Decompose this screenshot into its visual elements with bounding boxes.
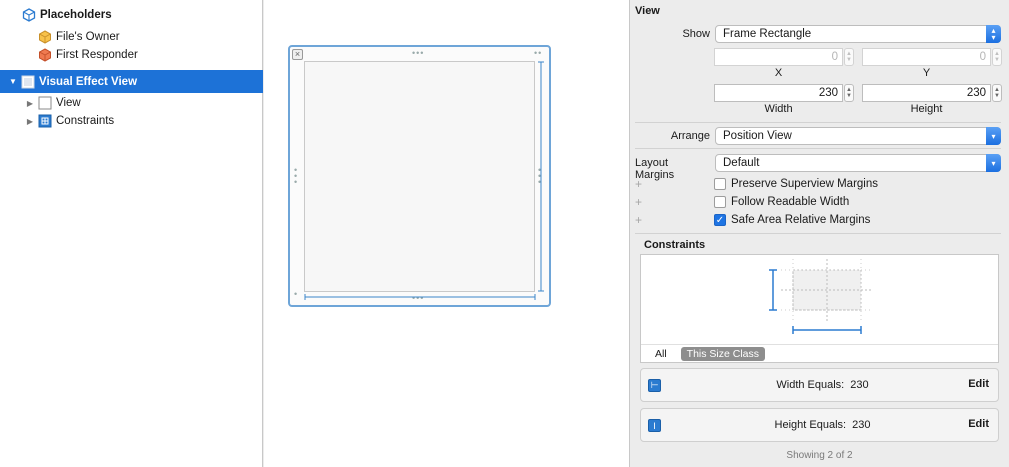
chevron-down-icon: ▾ [986,154,1001,172]
follow-readable-width-label: Follow Readable Width [731,196,850,208]
x-label: X [774,67,783,79]
outline-label-files-owner: File's Owner [56,31,120,43]
width-equals-label: Width Equals: [776,379,845,391]
height-equals-value: 230 [852,419,871,431]
tab-this-size-class[interactable]: This Size Class [680,346,766,361]
add-variation-plus-icon[interactable]: + [635,177,642,191]
safe-area-relative-margins-label: Safe Area Relative Margins [731,214,871,226]
height-constraint-text: Height Equals: 230 [641,419,998,431]
checkbox-unchecked-icon[interactable] [714,196,726,208]
arrange-label: Arrange [670,130,710,142]
x-stepper[interactable]: ▲ ▼ [844,48,854,66]
layout-margins-popup-value: Default [723,157,760,169]
y-stepper[interactable]: ▲ ▼ [992,48,1002,66]
popup-up-down-icon: ▴ ▾ [986,25,1001,43]
height-field[interactable]: 230 [862,84,991,102]
constraints-preview: All This Size Class [640,254,999,363]
outline-row-constraints[interactable]: ▶ Constraints [0,111,263,131]
size-inspector: View Show Frame Rectangle ▴ ▾ 0 ▲ ▼ 0 ▲ ▼ X… [631,0,1009,467]
layout-margins-popup[interactable]: Default ▾ [715,154,1001,172]
width-constraint-text: Width Equals: 230 [641,379,998,391]
visual-effect-view-icon [21,75,35,88]
interface-builder-canvas[interactable]: × ••• •• • • • • • • • ••• [264,0,630,467]
preserve-superview-margins-label: Preserve Superview Margins [731,178,879,190]
outline-label-first-responder: First Responder [56,49,138,61]
visual-effect-view-frame[interactable]: × ••• •• • • • • • • • ••• [288,45,551,307]
divider [635,233,1001,234]
y-field[interactable]: 0 [862,48,991,66]
width-equals-value: 230 [850,379,869,391]
add-variation-plus-icon[interactable]: + [635,213,642,227]
showing-count: Showing 2 of 2 [786,450,853,461]
chevron-down-icon: ▾ [986,127,1001,145]
height-constraint-row[interactable]: I Height Equals: 230 Edit [640,408,999,442]
checkmark-icon[interactable]: ✓ [714,214,726,226]
preserve-superview-margins-checkbox[interactable]: Preserve Superview Margins [714,178,878,190]
outline-label-view: View [56,97,81,109]
divider [635,122,1001,123]
view-icon [38,96,52,110]
show-popup-value: Frame Rectangle [723,28,812,40]
height-equals-label: Height Equals: [774,419,847,431]
outline-row-placeholders[interactable]: Placeholders [0,5,263,25]
disclosure-closed-icon[interactable]: ▶ [25,98,35,108]
width-constraint-row[interactable]: ⊢ Width Equals: 230 Edit [640,368,999,402]
divider [635,148,1001,149]
height-stepper[interactable]: ▲ ▼ [992,84,1002,102]
width-field[interactable]: 230 [714,84,843,102]
width-stepper[interactable]: ▲ ▼ [844,84,854,102]
layout-margins-label: Layout Margins [635,157,675,181]
arrange-popup[interactable]: Position View ▾ [715,127,1001,145]
outline-row-first-responder[interactable]: First Responder [0,45,263,65]
height-label: Height [910,103,943,115]
disclosure-closed-icon[interactable]: ▶ [25,116,35,126]
width-label: Width [764,103,793,115]
constraints-diagram [769,259,873,334]
tab-all[interactable]: All [649,347,673,361]
cube-icon [22,8,36,22]
outline-label-visual-effect-view: Visual Effect View [39,75,138,88]
follow-readable-width-checkbox[interactable]: Follow Readable Width [714,196,849,208]
files-owner-cube-icon [39,30,51,44]
checkbox-unchecked-icon[interactable] [714,178,726,190]
outline-label-constraints: Constraints [56,115,115,127]
constraints-icon [38,114,52,128]
constraint-guides [304,61,544,300]
show-popup[interactable]: Frame Rectangle ▴ ▾ [715,25,1001,43]
outline-row-view[interactable]: ▶ View [0,93,263,113]
add-variation-plus-icon[interactable]: + [635,195,642,209]
view-section-title: View [635,5,660,17]
disclosure-open-icon[interactable]: ▼ [8,77,18,87]
edit-width-constraint-button[interactable]: Edit [968,378,989,390]
show-label: Show [682,28,710,40]
y-label: Y [922,67,931,79]
outline-row-files-owner[interactable]: File's Owner [0,27,263,47]
first-responder-cube-icon [39,48,51,62]
constraints-filter-bar: All This Size Class [641,344,998,362]
constraints-section-title: Constraints [644,239,706,251]
arrange-popup-value: Position View [723,130,792,142]
x-field[interactable]: 0 [714,48,843,66]
safe-area-relative-margins-checkbox[interactable]: ✓ Safe Area Relative Margins [714,214,870,226]
outline-label-placeholders: Placeholders [40,9,112,21]
edit-height-constraint-button[interactable]: Edit [968,418,989,430]
outline-row-visual-effect-view[interactable]: ▼ Visual Effect View [0,70,263,93]
document-outline: Placeholders File's Owner First Responde… [0,0,263,467]
